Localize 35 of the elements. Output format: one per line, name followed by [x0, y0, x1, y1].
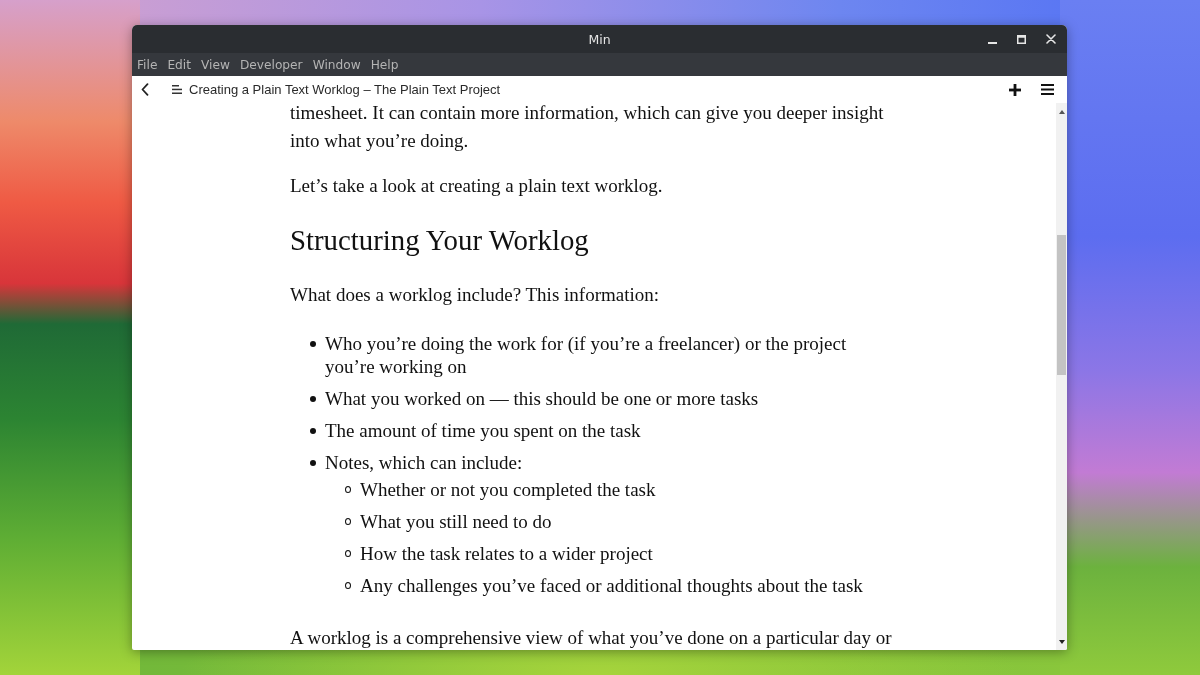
- list-item: What you worked on — this should be one or more tasks: [325, 387, 759, 410]
- list-item: Who you’re doing the work for (if you’re a freelancer) or the project you’re working on: [325, 332, 848, 378]
- scroll-down-icon[interactable]: [1058, 640, 1065, 644]
- back-icon[interactable]: [141, 83, 149, 96]
- list-item: Any challenges you’ve faced or additional thoughts about the task: [360, 574, 863, 597]
- menu-item[interactable]: View: [201, 57, 230, 72]
- bullet-icon: [310, 340, 316, 347]
- menu-item[interactable]: Developer: [239, 57, 303, 72]
- window-title: Min: [588, 31, 611, 47]
- scrollbar-thumb[interactable]: [1057, 235, 1066, 375]
- close-icon[interactable]: [1046, 34, 1056, 44]
- list-item: Whether or not you completed the task: [360, 478, 656, 501]
- list-item: How the task relates to a wider project: [360, 542, 653, 565]
- page-title[interactable]: Creating a Plain Text Worklog – The Plain Text Project: [189, 82, 501, 97]
- menu-item[interactable]: Window: [312, 57, 361, 72]
- section-heading: Structuring Your Worklog: [290, 223, 590, 257]
- maximize-icon[interactable]: [1017, 34, 1026, 44]
- bullet-icon: [310, 427, 316, 434]
- menu-item[interactable]: Edit: [167, 57, 191, 72]
- paragraph: A worklog is a comprehensive view of what you’ve done on a particular day or: [290, 626, 893, 650]
- list-icon[interactable]: [172, 85, 182, 94]
- scrollbar-track[interactable]: [1056, 103, 1067, 650]
- bullet-icon: [310, 395, 316, 402]
- menu-item[interactable]: Help: [370, 57, 399, 72]
- list-item: What you still need to do: [360, 510, 552, 533]
- menu-icon[interactable]: [1041, 84, 1054, 95]
- plus-icon[interactable]: [1009, 83, 1021, 96]
- bullet-icon: [310, 459, 316, 466]
- paragraph: timesheet. It can contain more information, which can give you deeper insight into what you’re doing.: [290, 103, 885, 153]
- paragraph: Let’s take a look at creating a plain text worklog.: [290, 174, 664, 198]
- paragraph: What does a worklog include? This information:: [290, 283, 660, 307]
- list-item: Notes, which can include:: [325, 451, 523, 474]
- menu-item[interactable]: File: [137, 57, 158, 72]
- list-item: The amount of time you spent on the task: [325, 419, 641, 442]
- scroll-up-icon[interactable]: [1058, 110, 1065, 114]
